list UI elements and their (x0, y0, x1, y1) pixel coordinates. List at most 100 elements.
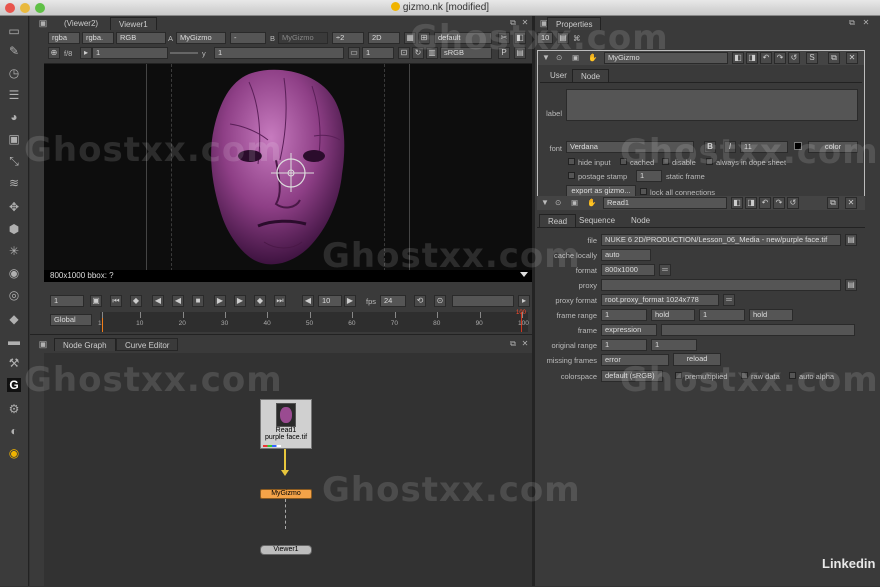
play-backward-button[interactable]: ◀ (172, 295, 184, 307)
other-tools-icon[interactable]: ⚒ (7, 356, 21, 370)
read1-name-field[interactable]: Read1 (603, 197, 727, 209)
ofx-tools-icon[interactable]: ◐ (7, 424, 21, 438)
first-frame-button[interactable]: ⏮ (110, 295, 122, 307)
read1-center-icon[interactable]: ▣ (571, 198, 578, 207)
timeline-ruler[interactable]: 100 1 10 20 30 40 50 60 70 80 90 100 (98, 310, 529, 332)
playback-range-field[interactable] (452, 295, 514, 307)
frame-expression-field[interactable] (661, 324, 855, 336)
viewer1-node[interactable]: Viewer1 (260, 545, 312, 555)
frame-mode-dropdown[interactable]: expression (601, 324, 657, 336)
channel-tools-icon[interactable]: ☰ (7, 88, 21, 102)
in-out-mode-icon[interactable]: ⊙ (434, 295, 446, 307)
gamma-field[interactable]: 1 (214, 47, 344, 59)
image-tools-icon[interactable]: ▭ (7, 24, 21, 38)
frame-range-end-field[interactable]: 1 (699, 309, 745, 321)
file-browse-icon[interactable]: ▤ (845, 234, 857, 246)
furnace-tools-icon[interactable]: ⚙ (7, 402, 21, 416)
read1-node-color-icon[interactable]: ◧ (731, 197, 743, 209)
read1-viewer-icon[interactable]: ⊙ (555, 198, 561, 207)
toolsets-icon[interactable]: ▬ (7, 334, 21, 348)
read1-help-icon[interactable]: ✋ (587, 198, 596, 207)
proxy-browse-icon[interactable]: ▤ (845, 279, 857, 291)
undo-icon[interactable]: ↶ (760, 52, 772, 64)
next-keyframe-button[interactable]: ◆ (254, 295, 266, 307)
input-b-dropdown[interactable]: MyGizmo (278, 32, 328, 44)
views-tools-icon[interactable]: ◎ (7, 288, 21, 302)
frame-icon[interactable]: ⊡ (398, 47, 410, 59)
read1-collapse-icon[interactable]: ▼ (541, 198, 549, 207)
fstop-toggle-icon[interactable]: ⊕ (48, 47, 60, 59)
read1-node[interactable]: Read1 purple face.tif (260, 399, 312, 449)
format-edit-icon[interactable]: ═ (659, 264, 671, 276)
frame-range-start-field[interactable]: 1 (601, 309, 647, 321)
float-properties-icon[interactable]: ⧉ (845, 16, 859, 30)
step-back-button[interactable]: ◀ (302, 295, 314, 307)
proxy-toggle-icon[interactable]: ▭ (348, 47, 360, 59)
last-frame-button[interactable]: ⏭ (274, 295, 286, 307)
display-channels-dropdown[interactable]: RGB (116, 32, 166, 44)
range-mode-dropdown[interactable]: Global (50, 314, 92, 326)
graph-pane-menu-icon[interactable]: ▣ (36, 337, 50, 351)
original-range-end-field[interactable]: 1 (651, 339, 697, 351)
play-forward-button[interactable]: ▶ (214, 295, 226, 307)
read1-close-icon[interactable]: ✕ (845, 197, 857, 209)
frame-step-field[interactable]: 10 (318, 295, 342, 307)
mygizmo-node[interactable]: MyGizmo (260, 489, 312, 499)
nuke-logo-icon[interactable]: ◉ (7, 446, 21, 460)
timeline-menu-icon[interactable]: ▸ (518, 295, 530, 307)
tab-node-graph[interactable]: Node Graph (54, 338, 116, 351)
frame-range-end-mode[interactable]: hold (749, 309, 793, 321)
close-graph-icon[interactable]: ✕ (518, 337, 532, 351)
s-icon[interactable]: S (806, 52, 818, 64)
current-frame-field[interactable]: 1 (50, 295, 84, 307)
close-panel-icon[interactable]: ✕ (846, 52, 858, 64)
alpha-channel-dropdown[interactable]: rgba. (82, 32, 114, 44)
read1-revert-icon[interactable]: ↺ (787, 197, 799, 209)
prev-frame-button[interactable]: ◀ (152, 295, 164, 307)
frame-range-start-mode[interactable]: hold (651, 309, 695, 321)
input-a-mode-dropdown[interactable]: - (230, 32, 266, 44)
fstop-arrow-icon[interactable]: ▸ (80, 47, 92, 59)
tab-viewer1[interactable]: Viewer1 (110, 17, 157, 30)
color-tools-icon[interactable]: ◕ (7, 110, 21, 124)
gain-field[interactable]: 1 (92, 47, 168, 59)
input-a-dropdown[interactable]: MyGizmo (176, 32, 226, 44)
loop-mode-icon[interactable]: ⟲ (414, 295, 426, 307)
tab-read-node[interactable]: Node (623, 214, 658, 227)
gl-color-icon[interactable]: ◨ (746, 52, 758, 64)
node-color-icon[interactable]: ◧ (732, 52, 744, 64)
lock-connections-checkbox[interactable] (640, 188, 647, 195)
merge-tools-icon[interactable]: ≋ (7, 176, 21, 190)
tab-node[interactable]: Node (572, 69, 610, 82)
deep-tools-icon[interactable]: ◉ (7, 266, 21, 280)
lock-frame-icon[interactable]: ▣ (90, 295, 102, 307)
read1-redo-icon[interactable]: ↷ (773, 197, 785, 209)
tab-curve-editor[interactable]: Curve Editor (116, 338, 179, 351)
next-frame-button[interactable]: ▶ (234, 295, 246, 307)
step-forward-button[interactable]: ▶ (344, 295, 356, 307)
fps-field[interactable]: 24 (380, 295, 406, 307)
keyer-tools-icon[interactable]: ⤡ (7, 154, 21, 168)
metadata-tools-icon[interactable]: ◆ (7, 312, 21, 326)
close-properties-icon[interactable]: ✕ (859, 16, 873, 30)
channels-dropdown[interactable]: rgba (48, 32, 80, 44)
draw-tools-icon[interactable]: ✎ (7, 44, 21, 58)
label-textarea[interactable] (566, 89, 858, 121)
read1-gl-color-icon[interactable]: ◨ (745, 197, 757, 209)
filter-tools-icon[interactable]: ▣ (7, 132, 21, 146)
proxy-file-field[interactable] (601, 279, 841, 291)
tab-user[interactable]: User (542, 69, 575, 82)
proxy-format-edit-icon[interactable]: ═ (723, 294, 735, 306)
transform-tools-icon[interactable]: ✥ (7, 200, 21, 214)
float-panel-icon[interactable]: ⧉ (828, 52, 840, 64)
format-dropdown[interactable]: 800x1000 (601, 264, 655, 276)
view-mode-dropdown[interactable]: 2D (368, 32, 400, 44)
gain-slider[interactable] (170, 52, 198, 54)
downscale-dropdown[interactable]: ÷2 (332, 32, 364, 44)
particles-tools-icon[interactable]: ✳ (7, 244, 21, 258)
file-path-field[interactable]: NUKE 6 2D/PRODUCTION/Lesson_06_Media - n… (601, 234, 841, 246)
time-tools-icon[interactable]: ◷ (7, 66, 21, 80)
read1-float-icon[interactable]: ⧉ (827, 197, 839, 209)
gizmo-tools-icon[interactable]: G (7, 378, 21, 392)
prev-keyframe-button[interactable]: ◆ (130, 295, 142, 307)
